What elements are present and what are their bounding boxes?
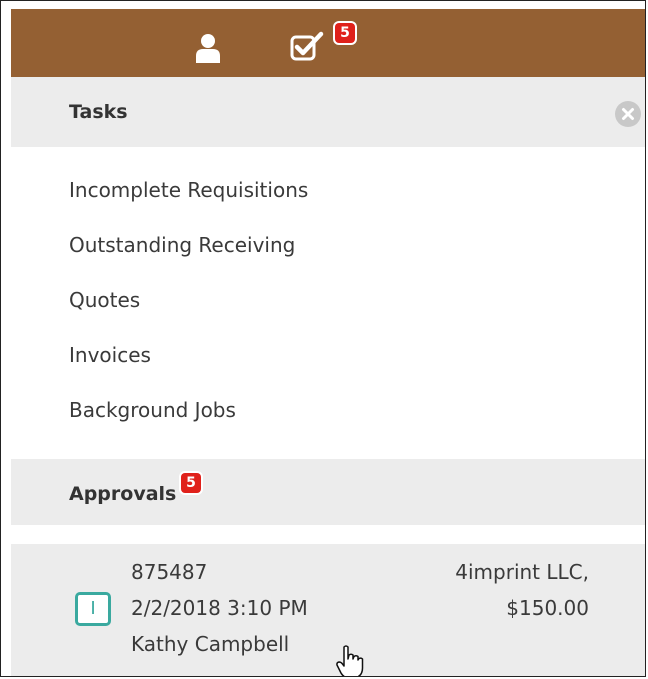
approvals-section-header: Approvals 5 xyxy=(11,459,645,525)
approval-supplier: 4imprint LLC, xyxy=(455,560,589,584)
approval-amount: $150.00 xyxy=(506,596,589,620)
task-link-outstanding-receiving[interactable]: Outstanding Receiving xyxy=(69,233,295,257)
user-icon xyxy=(196,34,220,63)
approval-requester: Kathy Campbell xyxy=(131,632,290,656)
user-menu-button[interactable] xyxy=(195,33,221,63)
status-chip: I xyxy=(75,592,111,626)
task-link-incomplete-requisitions[interactable]: Incomplete Requisitions xyxy=(69,178,308,202)
task-link-quotes[interactable]: Quotes xyxy=(69,288,140,312)
task-link-background-jobs[interactable]: Background Jobs xyxy=(69,398,236,422)
task-link-invoices[interactable]: Invoices xyxy=(69,343,151,367)
tasks-menu-button[interactable] xyxy=(289,29,325,63)
close-button[interactable] xyxy=(615,101,641,127)
close-circle-icon xyxy=(622,108,634,120)
tasks-section-header: Tasks xyxy=(11,77,645,147)
approvals-count-badge: 5 xyxy=(181,473,201,493)
approval-datetime: 2/2/2018 3:10 PM xyxy=(131,596,308,620)
top-bar: 5 xyxy=(11,9,645,77)
tasks-count-badge: 5 xyxy=(335,23,355,43)
tasks-title: Tasks xyxy=(69,101,128,123)
approval-id: 875487 xyxy=(131,560,208,584)
notifications-panel: 5 Tasks Incomplete Requisitions Outstand… xyxy=(0,0,646,677)
checkbox-check-icon xyxy=(290,31,324,61)
hand-pointer-icon xyxy=(336,645,364,676)
approval-item[interactable]: I 875487 2/2/2018 3:10 PM Kathy Campbell… xyxy=(11,544,645,676)
approvals-title: Approvals xyxy=(69,483,177,505)
